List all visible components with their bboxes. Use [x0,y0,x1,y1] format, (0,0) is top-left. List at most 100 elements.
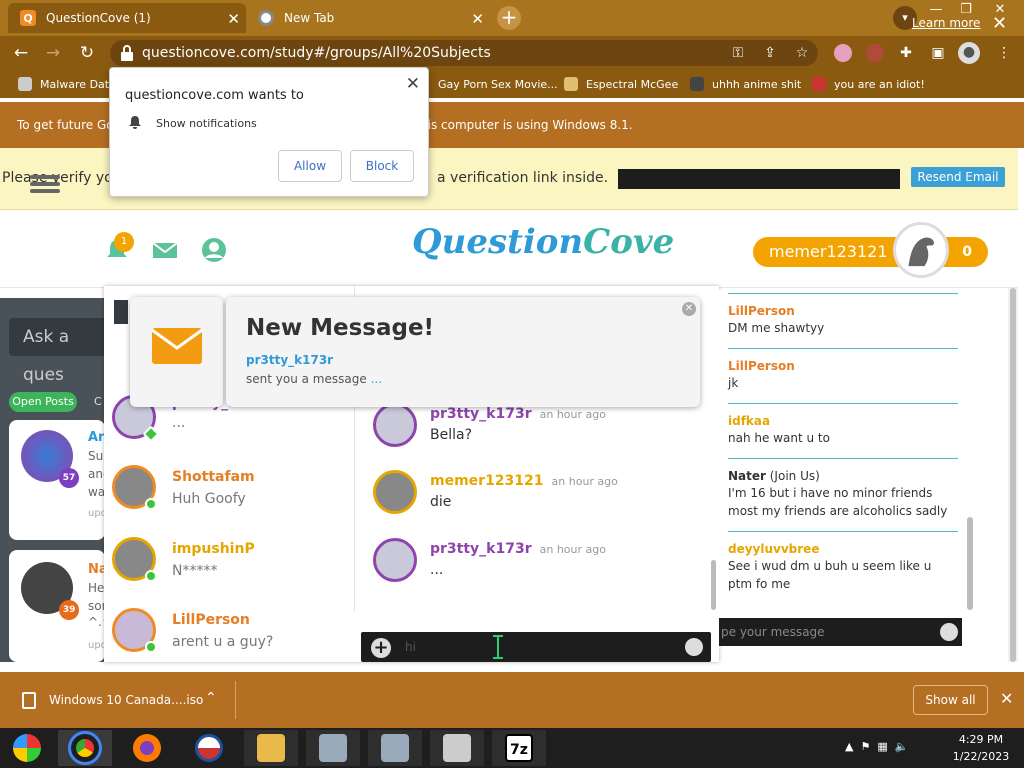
tab-new-tab[interactable]: New Tab ✕ [250,3,490,33]
chevron-up-icon[interactable]: ⌃ [205,690,217,706]
open-posts-tab[interactable]: Open Posts [9,392,77,412]
permission-item: Show notifications [156,117,257,130]
folder-icon [257,734,285,762]
file-icon [22,692,36,709]
puzzle-icon[interactable]: ✚ [896,43,916,63]
chrome-favicon-icon [258,10,274,26]
divider [728,458,958,459]
taskbar-app[interactable] [182,730,236,766]
group-chat-scrollbar[interactable] [967,517,973,610]
questioncove-favicon-icon: Q [20,10,36,26]
taskbar-explorer[interactable] [244,730,298,766]
hamburger-menu-icon[interactable] [30,172,60,196]
star-icon[interactable]: ☆ [792,43,812,63]
group-chat-input[interactable]: pe your message [719,618,962,646]
chevron-up-icon[interactable]: ▲ [845,740,853,753]
system-clock[interactable]: 4:29 PM 1/22/2023 [946,731,1016,765]
close-tab-icon[interactable]: ✕ [471,10,484,28]
divider [728,293,958,294]
block-button[interactable]: Block [350,150,414,182]
resend-email-button[interactable]: Resend Email [911,167,1005,187]
add-attachment-icon[interactable]: + [371,638,391,658]
emoji-icon[interactable] [940,623,958,641]
ask-question-input[interactable]: Ask a ques [9,318,109,385]
taskbar-installer[interactable] [306,730,360,766]
back-arrow-icon[interactable]: ← [10,42,32,64]
bookmark-favicon-icon [690,77,704,91]
tab-questioncove[interactable]: Q QuestionCove (1) ✕ [8,3,246,33]
emoji-icon[interactable] [685,638,703,656]
toast-sender[interactable]: pr3tty_k173r [246,353,333,367]
new-tab-button[interactable]: + [497,6,521,30]
taskbar-chrome[interactable] [58,730,112,766]
bookmark-anime[interactable]: uhhh anime shit [690,76,801,92]
email-field [618,169,900,189]
profile-icon[interactable]: ● [958,42,980,64]
page-scrollbar[interactable] [1008,288,1018,662]
lock-icon[interactable] [120,45,134,61]
key-icon[interactable]: ⚿ [728,43,748,63]
conversation-item[interactable]: impushinP N***** [112,537,352,597]
bookmark-idiot[interactable]: you are an idiot! [812,76,925,92]
close-toast-icon[interactable]: ✕ [682,302,696,316]
envelope-icon[interactable] [151,236,179,264]
user-points-badge[interactable]: memer123121 0 [753,237,988,267]
network-icon[interactable]: ▦ [877,740,887,753]
new-message-toast[interactable]: New Message! pr3tty_k173r sent you a mes… [226,297,700,407]
infobar-text-left: To get future Go [17,118,114,132]
group-chat-message: LillPerson jk [728,359,795,390]
avatar [373,538,417,582]
extension-avatar-icon[interactable] [866,44,884,62]
divider [728,531,958,532]
notification-permission-popup: questioncove.com wants to ✕ Show notific… [109,67,429,197]
toast-title: New Message! [246,315,435,341]
show-all-button[interactable]: Show all [913,685,988,715]
tab-title: QuestionCove (1) [46,11,151,25]
conversation-item[interactable]: LillPerson arent u a guy? [112,608,352,668]
volume-icon[interactable]: 🔈 [895,740,909,753]
text-cursor-icon [493,635,503,659]
close-popup-icon[interactable]: ✕ [406,74,420,94]
installer-icon [319,734,347,762]
download-filename[interactable]: Windows 10 Canada....iso [49,693,203,707]
bookmark-malware[interactable]: Malware Data [18,76,116,92]
kebab-menu-icon[interactable]: ⋮ [994,43,1014,63]
scrollbar-thumb[interactable] [1010,288,1016,662]
close-tab-icon[interactable]: ✕ [227,10,240,28]
learn-more-link[interactable]: Learn more [912,16,980,30]
conversation-item[interactable]: Shottafam Huh Goofy [112,465,352,525]
extension-flag-icon[interactable] [834,44,852,62]
taskbar-archive[interactable] [430,730,484,766]
flag-icon[interactable]: ⚑ [860,740,870,753]
taskbar-installer-2[interactable] [368,730,422,766]
forward-arrow-icon[interactable]: → [42,42,64,64]
reload-icon[interactable]: ↻ [76,42,98,64]
chat-message-input[interactable]: + hi [361,632,711,662]
questioncove-logo[interactable]: QuestionCove [412,222,674,262]
allow-button[interactable]: Allow [278,150,342,182]
side-panel-icon[interactable]: ▣ [928,43,948,63]
user-profile-icon[interactable] [200,236,228,264]
bookmark-espectral[interactable]: Espectral McGee [564,76,678,92]
post-card[interactable]: 57 Ari Su anc wa upo [9,420,110,540]
chat-search-button[interactable] [114,300,128,324]
bookmark-video[interactable]: Gay Porn Sex Movie... [438,76,558,92]
tab-c[interactable]: C [94,395,102,408]
close-infobar-icon[interactable]: ✕ [992,13,1007,34]
user-avatar[interactable] [893,222,949,278]
installer-icon [381,734,409,762]
tab-title: New Tab [284,11,335,25]
notification-count-badge: 1 [114,232,134,252]
system-tray[interactable]: ▲ ⚑ ▦ 🔈 [845,740,908,753]
close-download-bar-icon[interactable]: ✕ [1000,689,1013,708]
address-bar[interactable]: questioncove.com/study#/groups/All%20Sub… [110,40,818,66]
taskbar-7zip[interactable]: 7z [492,730,546,766]
firefox-icon [133,734,161,762]
start-button[interactable] [0,730,54,766]
taskbar-firefox[interactable] [120,730,174,766]
group-chat-message: Nater (Join Us) I'm 16 but i have no min… [728,469,948,518]
post-card[interactable]: 39 Na He sor ^.^ upo [9,550,112,662]
online-status-icon [145,570,157,582]
message-scrollbar[interactable] [711,560,716,610]
share-icon[interactable]: ⇪ [760,43,780,63]
